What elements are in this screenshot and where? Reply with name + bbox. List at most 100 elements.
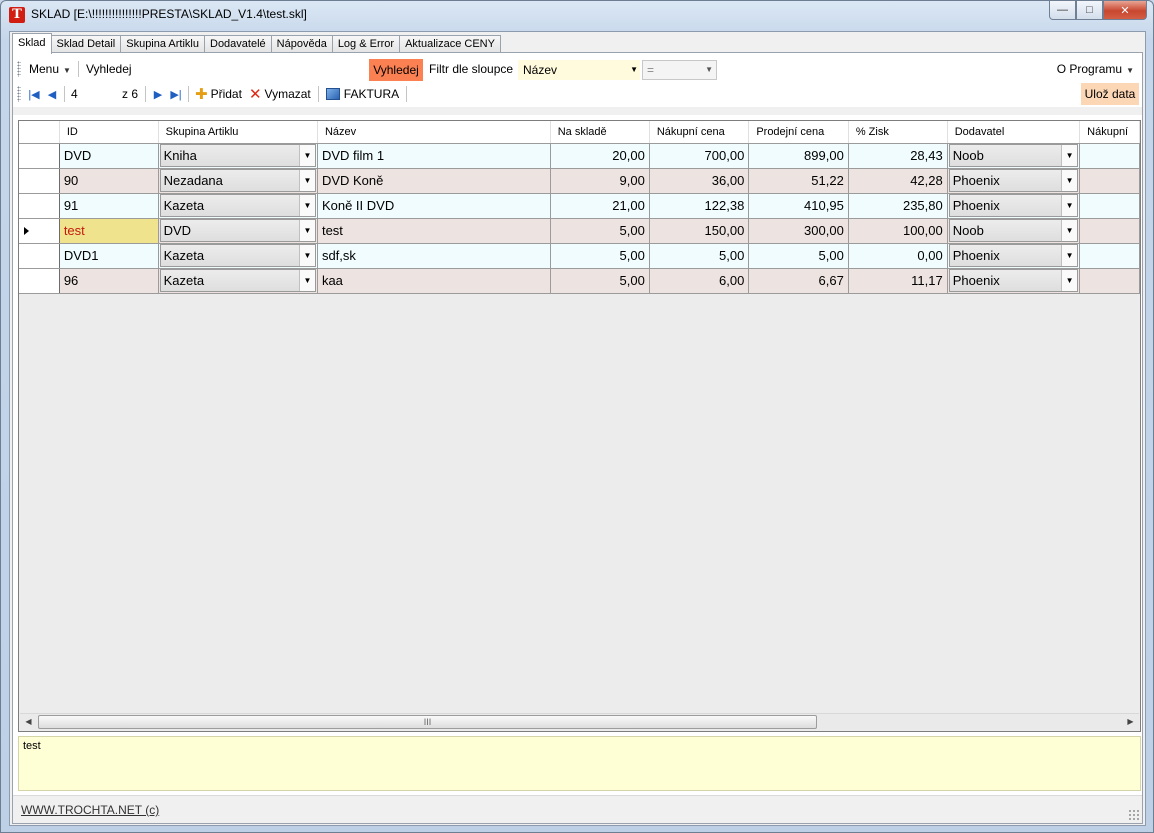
position-input[interactable]: 4	[68, 87, 118, 101]
cell-sell-price[interactable]: 300,00	[748, 218, 849, 244]
minimize-button[interactable]: —	[1049, 1, 1076, 20]
tab-log-error[interactable]: Log & Error	[331, 35, 401, 53]
table-row[interactable]: 90 Nezadana ▼ DVD Koně 9,00 36,00 51,22 42,28 Ph…	[19, 168, 1140, 194]
scroll-right-icon[interactable]: ▶	[1122, 714, 1139, 730]
cell-stock[interactable]: 5,00	[550, 268, 650, 294]
cell-name[interactable]: test	[317, 218, 551, 244]
cell-sell-price[interactable]: 51,22	[748, 168, 849, 194]
table-row[interactable]: test DVD ▼ test 5,00 150,00 300,00 100,00 Noob ▼	[19, 218, 1140, 244]
chevron-down-icon[interactable]: ▼	[1061, 170, 1078, 191]
tab-sklad[interactable]: Sklad	[12, 33, 52, 54]
tab-aktualizace-ceny[interactable]: Aktualizace CENY	[399, 35, 501, 53]
first-record-icon[interactable]: |◀	[25, 86, 43, 102]
cell-profit[interactable]: 28,43	[848, 143, 948, 169]
supplier-select[interactable]: Noob ▼	[948, 219, 1079, 242]
supplier-select[interactable]: Phoenix ▼	[948, 244, 1079, 267]
cell-profit[interactable]: 42,28	[848, 168, 948, 194]
chevron-down-icon[interactable]: ▼	[298, 170, 315, 191]
cell-id[interactable]: DVD	[59, 143, 159, 169]
chevron-down-icon[interactable]: ▼	[298, 195, 315, 216]
scroll-thumb[interactable]: III	[38, 715, 817, 729]
cell-id[interactable]: 91	[59, 193, 159, 219]
group-select[interactable]: Kazeta ▼	[159, 269, 316, 292]
cell-group[interactable]: Kazeta ▼	[158, 193, 318, 219]
cell-buy-extra[interactable]	[1079, 193, 1140, 219]
chevron-down-icon[interactable]: ▼	[298, 220, 315, 241]
cell-buy-price[interactable]: 700,00	[649, 143, 750, 169]
last-record-icon[interactable]: ▶|	[167, 86, 185, 102]
close-button[interactable]: ✕	[1103, 1, 1147, 20]
group-select[interactable]: Kazeta ▼	[159, 244, 316, 267]
column-header[interactable]: Prodejní cena	[748, 121, 849, 144]
cell-supplier[interactable]: Phoenix ▼	[947, 268, 1081, 294]
row-header[interactable]	[19, 193, 60, 219]
maximize-button[interactable]: □	[1076, 1, 1103, 20]
save-data-button[interactable]: Ulož data	[1081, 83, 1139, 105]
group-select[interactable]: Nezadana ▼	[159, 169, 316, 192]
add-button[interactable]: ✚ Přidat	[192, 85, 246, 103]
resize-grip-icon[interactable]	[1128, 809, 1140, 821]
column-header[interactable]: Na skladě	[550, 121, 650, 144]
horizontal-scrollbar[interactable]: ◀ III ▶	[20, 713, 1139, 730]
tab-sklad-detail[interactable]: Sklad Detail	[50, 35, 122, 53]
cell-group[interactable]: Kazeta ▼	[158, 243, 318, 269]
supplier-select[interactable]: Phoenix ▼	[948, 169, 1079, 192]
group-select[interactable]: Kazeta ▼	[159, 194, 316, 217]
tab-dodavatele[interactable]: Dodavatelé	[204, 35, 272, 53]
cell-stock[interactable]: 5,00	[550, 218, 650, 244]
cell-id[interactable]: 90	[59, 168, 159, 194]
cell-sell-price[interactable]: 899,00	[748, 143, 849, 169]
cell-buy-extra[interactable]	[1079, 168, 1140, 194]
table-row[interactable]: DVD1 Kazeta ▼ sdf,sk 5,00 5,00 5,00 0,00 Phoenix…	[19, 243, 1140, 269]
cell-buy-price[interactable]: 150,00	[649, 218, 750, 244]
chevron-down-icon[interactable]: ▼	[298, 145, 315, 166]
previous-record-icon[interactable]: ◀	[43, 86, 61, 102]
website-link[interactable]: WWW.TROCHTA.NET (c)	[21, 803, 159, 817]
row-header[interactable]	[19, 268, 60, 294]
column-header[interactable]: Název	[317, 121, 551, 144]
row-header[interactable]	[19, 243, 60, 269]
cell-group[interactable]: DVD ▼	[158, 218, 318, 244]
chevron-down-icon[interactable]: ▼	[1061, 195, 1078, 216]
search-button[interactable]: Vyhledej	[369, 59, 423, 81]
column-header[interactable]: Nákupní cena	[649, 121, 750, 144]
cell-name[interactable]: kaa	[317, 268, 551, 294]
cell-sell-price[interactable]: 5,00	[748, 243, 849, 269]
delete-button[interactable]: ✕ Vymazat	[246, 85, 315, 103]
filter-operator-select[interactable]: = ▼	[642, 60, 717, 80]
data-grid[interactable]: ID Skupina Artiklu Název Na skladě Nákup…	[18, 120, 1141, 732]
row-header[interactable]	[19, 168, 60, 194]
cell-group[interactable]: Kniha ▼	[158, 143, 318, 169]
cell-supplier[interactable]: Noob ▼	[947, 218, 1081, 244]
cell-group[interactable]: Nezadana ▼	[158, 168, 318, 194]
chevron-down-icon[interactable]: ▼	[298, 270, 315, 291]
cell-stock[interactable]: 5,00	[550, 243, 650, 269]
cell-stock[interactable]: 9,00	[550, 168, 650, 194]
tab-skupina-artiklu[interactable]: Skupina Artiklu	[120, 35, 205, 53]
cell-buy-extra[interactable]	[1079, 143, 1140, 169]
cell-name[interactable]: sdf,sk	[317, 243, 551, 269]
cell-id[interactable]: 96	[59, 268, 159, 294]
column-header[interactable]: % Zisk	[848, 121, 948, 144]
cell-buy-extra[interactable]	[1079, 218, 1140, 244]
cell-buy-extra[interactable]	[1079, 243, 1140, 269]
cell-stock[interactable]: 20,00	[550, 143, 650, 169]
group-select[interactable]: DVD ▼	[159, 219, 316, 242]
cell-buy-price[interactable]: 122,38	[649, 193, 750, 219]
table-row[interactable]: DVD Kniha ▼ DVD film 1 20,00 700,00 899,00 28,4…	[19, 143, 1140, 169]
column-header[interactable]: Skupina Artiklu	[158, 121, 318, 144]
note-textarea[interactable]: test	[18, 736, 1141, 791]
scroll-left-icon[interactable]: ◀	[20, 714, 37, 730]
cell-group[interactable]: Kazeta ▼	[158, 268, 318, 294]
cell-supplier[interactable]: Phoenix ▼	[947, 168, 1081, 194]
table-row[interactable]: 91 Kazeta ▼ Koně II DVD 21,00 122,38 410,95 235…	[19, 193, 1140, 219]
chevron-down-icon[interactable]: ▼	[1061, 245, 1078, 266]
row-header[interactable]	[19, 143, 60, 169]
chevron-down-icon[interactable]: ▼	[298, 245, 315, 266]
cell-id[interactable]: test	[59, 218, 159, 244]
cell-supplier[interactable]: Noob ▼	[947, 143, 1081, 169]
tab-napoveda[interactable]: Nápověda	[270, 35, 333, 53]
chevron-down-icon[interactable]: ▼	[1061, 145, 1078, 166]
cell-supplier[interactable]: Phoenix ▼	[947, 193, 1081, 219]
supplier-select[interactable]: Noob ▼	[948, 144, 1079, 167]
